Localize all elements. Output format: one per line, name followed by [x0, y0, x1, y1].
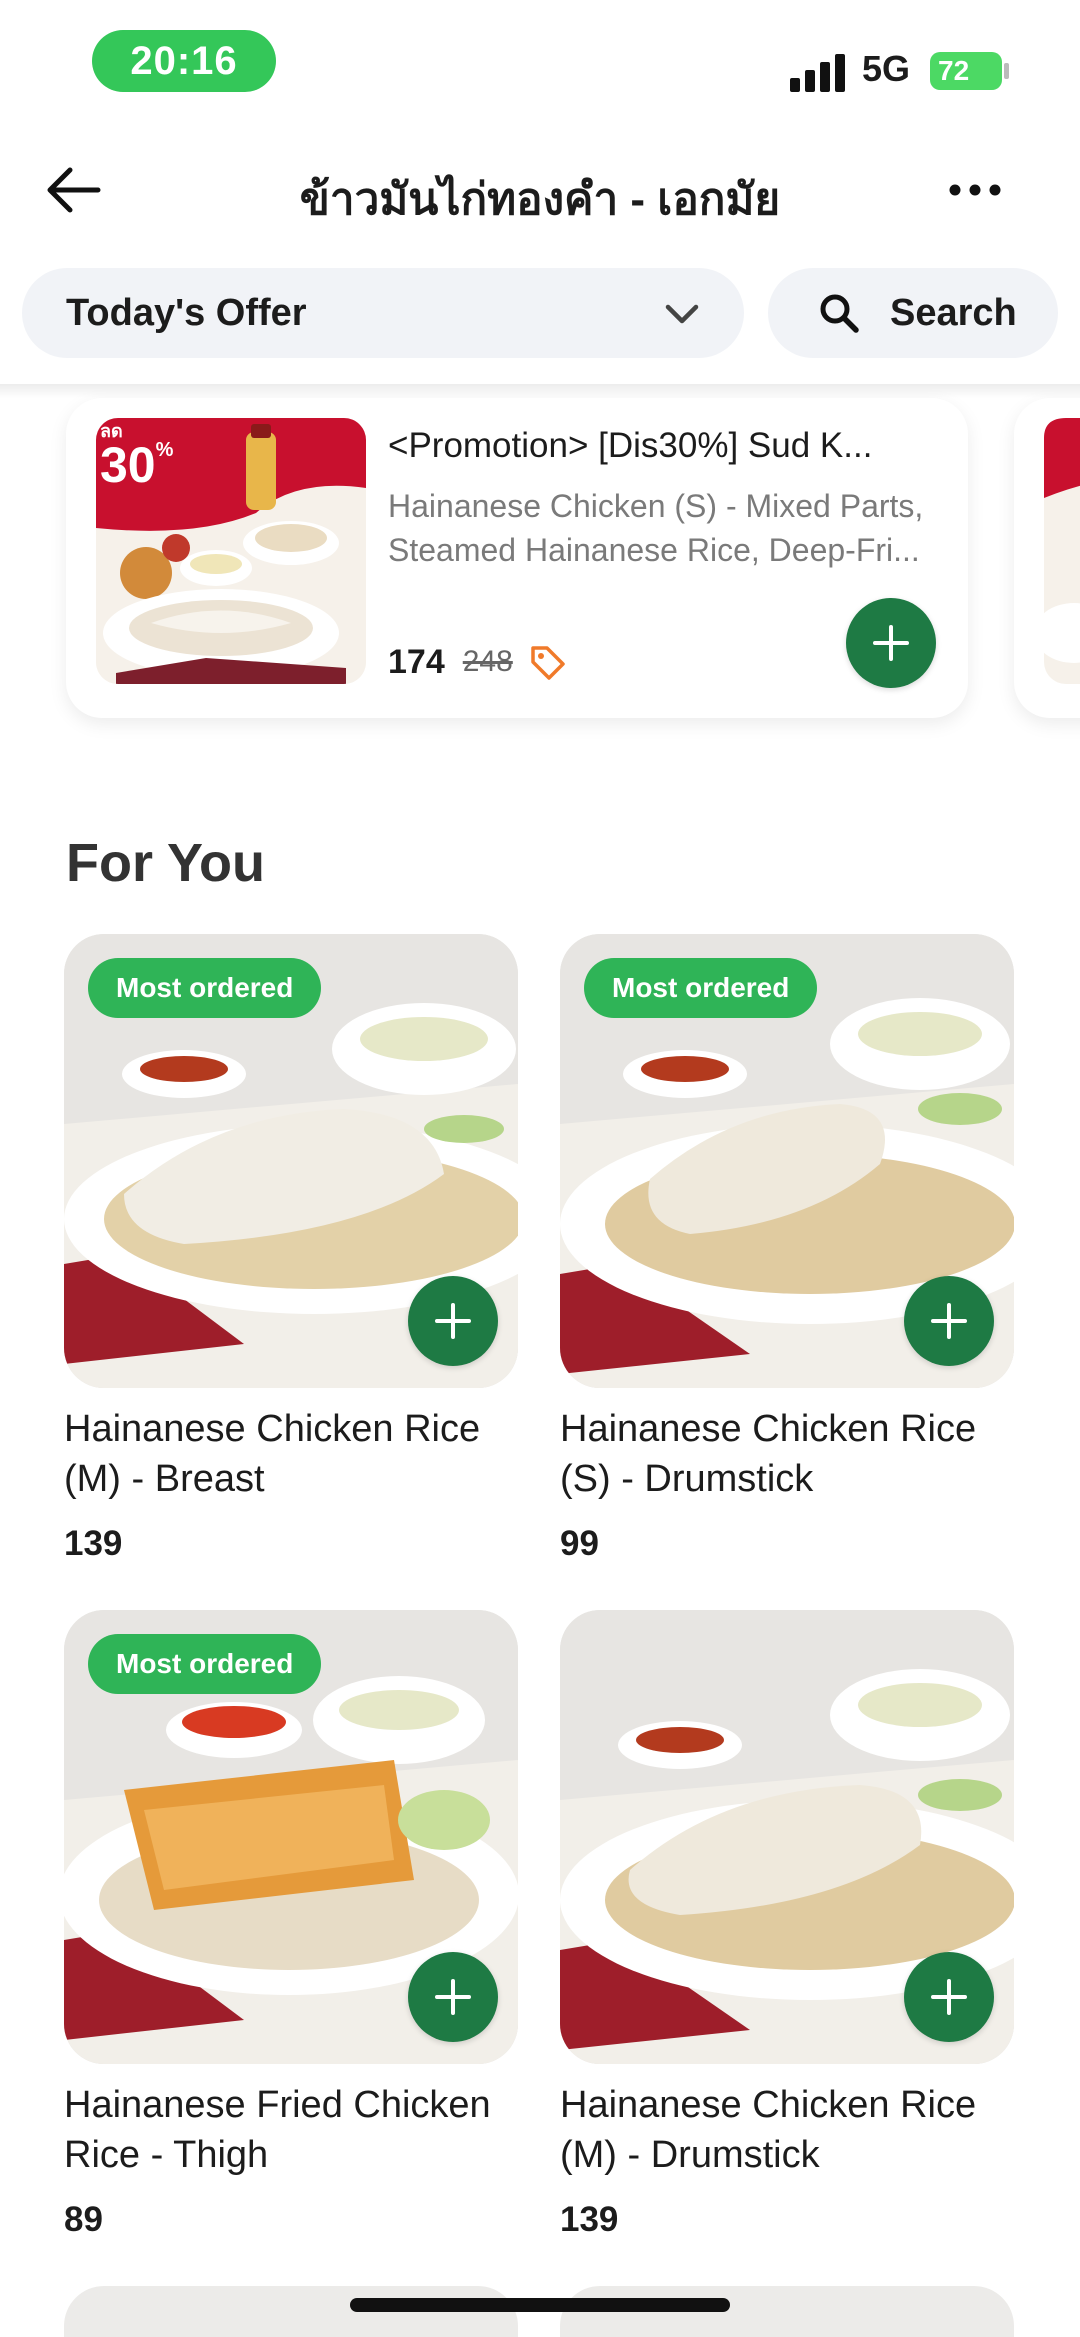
page-title: ข้าวมันไก่ทองคำ - เอกมัย [299, 175, 781, 224]
menu-item-name-line1: Hainanese Chicken Rice [560, 1408, 977, 1450]
promo-desc-line1: Hainanese Chicken (S) - Mixed Parts, [388, 488, 924, 524]
discount-percent: 30 [100, 437, 156, 493]
plus-icon [873, 625, 909, 661]
plus-icon [435, 1303, 471, 1339]
battery-tip [1004, 63, 1009, 79]
network-label: 5G [862, 48, 911, 89]
back-button[interactable] [40, 160, 110, 220]
most-ordered-badge: Most ordered [584, 958, 818, 1018]
add-item-button[interactable] [408, 1952, 498, 2042]
battery-icon: 72 [930, 52, 1002, 90]
most-ordered-badge: Most ordered [88, 1634, 322, 1694]
menu-item-price: 89 [64, 2200, 103, 2239]
promo-card[interactable]: ลด 30% <Promotion> [Dis30%] Sud K... Hai… [66, 398, 968, 718]
next-promo-card[interactable] [1014, 398, 1080, 718]
menu-item-name-line2: Rice - Thigh [64, 2134, 269, 2176]
search-icon [820, 294, 859, 333]
menu-item-name-line2: (M) - Breast [64, 1458, 265, 1500]
promo-description: Hainanese Chicken (S) - Mixed Parts, Ste… [388, 484, 948, 572]
add-item-button[interactable] [904, 1276, 994, 1366]
menu-item-name-line2: (S) - Drumstick [560, 1458, 814, 1500]
battery-level: 72 [938, 55, 970, 86]
search-label: Search [890, 291, 1017, 334]
add-item-button[interactable] [904, 1952, 994, 2042]
category-dropdown[interactable]: Today's Offer [22, 268, 744, 358]
home-indicator[interactable] [350, 2298, 730, 2312]
menu-item-price: 139 [64, 1524, 123, 1563]
signal-icon [790, 52, 846, 92]
status-time: 20:16 [92, 30, 276, 92]
add-item-button[interactable] [408, 1276, 498, 1366]
menu-item-name-line1: Hainanese Fried Chicken [64, 2084, 491, 2126]
promo-old-price: 248 [462, 645, 513, 678]
promo-desc-line2: Steamed Hainanese Rice, Deep-Fri... [388, 532, 920, 568]
menu-item-price: 139 [560, 2200, 619, 2239]
plus-icon [931, 1979, 967, 2015]
header-shadow [0, 384, 1080, 398]
more-button[interactable] [945, 170, 1005, 210]
menu-item-name-line2: (M) - Drumstick [560, 2134, 820, 2176]
most-ordered-badge: Most ordered [88, 958, 322, 1018]
add-promo-button[interactable] [846, 598, 936, 688]
tag-icon [531, 646, 565, 680]
search-button[interactable]: Search [768, 268, 1058, 358]
discount-sign: % [155, 439, 174, 461]
promo-price-row: 174 248 [388, 642, 567, 682]
menu-item-name: Hainanese Chicken Rice (M) - Breast [64, 1404, 518, 1504]
promo-image: ลด 30% [96, 418, 366, 684]
menu-item-name-line1: Hainanese Chicken Rice [560, 2084, 977, 2126]
status-bar: 20:16 5G 72 [0, 0, 1080, 130]
menu-item-name-line1: Hainanese Chicken Rice [64, 1408, 481, 1450]
discount-badge: ลด 30% [100, 422, 173, 490]
plus-icon [435, 1979, 471, 2015]
promo-title: <Promotion> [Dis30%] Sud K... [388, 426, 873, 465]
filter-row: Today's Offer Search [0, 268, 1080, 358]
menu-item-name: Hainanese Chicken Rice (S) - Drumstick [560, 1404, 1014, 1504]
arrow-left-icon [47, 167, 101, 213]
promo-price: 174 [388, 642, 445, 681]
chevron-down-icon [665, 304, 699, 324]
menu-item-name: Hainanese Fried Chicken Rice - Thigh [64, 2080, 518, 2180]
store-header: ข้าวมันไก่ทองคำ - เอกมัย [0, 140, 1080, 240]
menu-item-name: Hainanese Chicken Rice (M) - Drumstick [560, 2080, 1014, 2180]
section-title: For You [66, 833, 265, 893]
more-horizontal-icon [949, 184, 1001, 196]
category-dropdown-label: Today's Offer [66, 291, 307, 334]
menu-item-price: 99 [560, 1524, 599, 1563]
plus-icon [931, 1303, 967, 1339]
